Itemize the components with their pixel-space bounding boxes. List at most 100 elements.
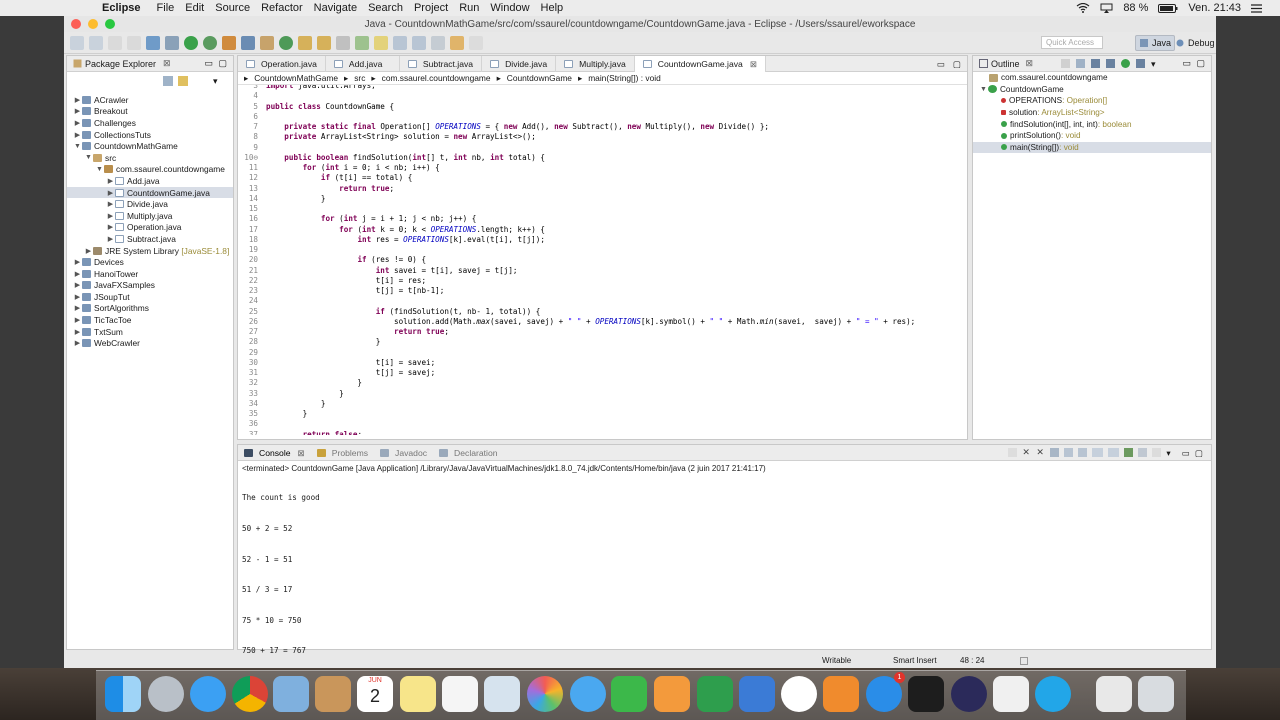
airplay-icon[interactable] [1100,3,1113,13]
collapse-all-icon[interactable] [163,76,173,86]
maximize-console-icon[interactable]: ▢ [1195,448,1203,459]
menu-refactor[interactable]: Refactor [261,2,303,14]
tree-item[interactable]: ▶ Divide.java [67,198,233,210]
launchpad-icon[interactable] [148,676,184,712]
view-menu-icon[interactable]: ▾ [1166,448,1170,459]
keynote-icon[interactable] [739,676,775,712]
show-console-stdout-icon[interactable] [1092,448,1104,457]
annotation-prev-icon[interactable] [412,35,426,50]
tree-item[interactable]: ▶ ACrawler [67,94,233,106]
tab-countdowngame-java[interactable]: CountdownGame.java ⊠ [634,56,767,72]
new-icon[interactable] [70,35,84,50]
downloads-stack-icon[interactable] [1096,676,1132,712]
run-config-icon[interactable] [203,35,217,50]
clock[interactable]: Ven. 21:43 [1188,2,1241,14]
expand-icon[interactable]: ▶ [84,247,93,255]
terminal-icon[interactable] [908,676,944,712]
tab-operation-java[interactable]: Operation.java [238,56,326,72]
minimize-editor-icon[interactable]: ▭ [937,59,945,70]
tree-item[interactable]: ▶ JavaFXSamples [67,280,233,292]
maximize-outline-icon[interactable]: ▢ [1196,58,1205,69]
close-tab-icon[interactable]: ⊠ [750,59,757,70]
toggle-icon[interactable] [127,35,141,50]
expand-icon[interactable]: ▶ [73,119,82,127]
tree-item[interactable]: ▼ src [67,152,233,164]
breadcrumb-method[interactable]: main(String[]) : void [588,73,661,83]
app-store-icon[interactable]: 1 [866,672,905,712]
tab-subtract-java[interactable]: Subtract.java [400,56,483,72]
itunes-icon[interactable] [781,676,817,712]
notification-center-icon[interactable] [1251,3,1262,13]
expand-icon[interactable]: ▶ [73,316,82,324]
tab-problems[interactable]: Problems [311,445,374,461]
collapse-icon[interactable]: ▼ [979,86,988,93]
contacts-icon[interactable] [315,676,351,712]
facetime-icon[interactable] [611,676,647,712]
show-console-stderr-icon[interactable] [1108,448,1120,457]
search-icon[interactable] [336,35,350,50]
external-tools-icon[interactable] [222,35,236,50]
tree-item[interactable]: ▶ Subtract.java [67,233,233,245]
expand-icon[interactable]: ▶ [73,258,82,266]
maximize-pane-icon[interactable]: ▢ [218,58,227,69]
tree-item[interactable]: ▶ CollectionsTuts [67,129,233,141]
hide-fields-icon[interactable] [1091,59,1100,68]
notes-icon[interactable] [400,676,436,712]
minimize-outline-icon[interactable]: ▭ [1182,58,1191,69]
tree-item[interactable]: ▶ Devices [67,256,233,268]
tree-item[interactable]: ▶ JSoupTut [67,291,233,303]
menu-help[interactable]: Help [541,2,564,14]
terminate-icon[interactable] [1008,448,1018,457]
outline-item[interactable]: com.ssaurel.countdowngame [973,72,1211,84]
hide-local-types-icon[interactable] [1136,59,1145,68]
menu-file[interactable]: File [157,2,175,14]
open-console-icon[interactable] [1152,448,1162,457]
breadcrumb-src[interactable]: src [354,73,365,83]
expand-icon[interactable]: ▶ [106,189,115,197]
tree-item[interactable]: ▶ TxtSum [67,326,233,338]
debug-icon[interactable] [146,35,160,50]
breadcrumb-class[interactable]: CountdownGame [507,73,572,83]
minimize-console-icon[interactable]: ▭ [1182,448,1190,459]
expand-icon[interactable]: ▶ [106,200,115,208]
remove-all-launches-icon[interactable]: ✕ [1036,448,1045,457]
save-icon[interactable] [89,35,103,50]
menu-edit[interactable]: Edit [185,2,204,14]
open-task-icon[interactable] [317,35,331,50]
sort-icon[interactable] [1076,59,1085,68]
menu-run[interactable]: Run [459,2,479,14]
outline-tab[interactable]: Outline ⊠ [973,58,1033,69]
annotation-next-icon[interactable] [393,35,407,50]
numbers-icon[interactable] [697,676,733,712]
console-output[interactable]: The count is good 50 + 2 = 52 52 - 1 = 5… [238,473,1211,677]
remove-launch-icon[interactable]: ✕ [1022,448,1031,457]
eclipse-icon[interactable] [951,676,987,712]
run-icon[interactable] [184,35,198,50]
mark-occurrences-icon[interactable] [355,35,369,50]
print-icon[interactable] [108,35,122,50]
status-progress-icon[interactable] [1020,657,1028,665]
tab-divide-java[interactable]: Divide.java [482,56,557,72]
tree-item[interactable]: ▶ Multiply.java [67,210,233,222]
highlight-icon[interactable] [374,35,388,50]
textedit-icon[interactable] [993,676,1029,712]
code-editor[interactable]: 3 import java.util.Arrays; 4 5 public class … [238,85,967,435]
outline-item-selected[interactable]: main(String[]) : void [973,141,1211,154]
expand-icon[interactable]: ▶ [73,131,82,139]
expand-icon[interactable]: ▶ [73,107,82,115]
safari-icon[interactable] [190,676,226,712]
tab-declaration[interactable]: Declaration [433,445,503,461]
breadcrumb-project[interactable]: CountdownMathGame [254,73,338,83]
tree-item[interactable]: ▶ TicTacToe [67,314,233,326]
outline-item[interactable]: findSolution(int[], int, int) : boolean [973,118,1211,130]
close-outline-icon[interactable]: ⊠ [1026,58,1034,69]
ibooks-icon[interactable] [823,676,859,712]
calendar-icon[interactable]: JUN 2 [357,676,393,712]
word-wrap-icon[interactable] [1078,448,1088,457]
collapse-all-icon[interactable] [1061,59,1070,68]
expand-icon[interactable]: ▶ [106,177,115,185]
new-class-icon[interactable] [279,35,293,50]
expand-icon[interactable]: ▶ [106,212,115,220]
scroll-lock-icon[interactable] [1064,448,1074,457]
collapse-icon[interactable]: ▼ [95,166,104,173]
